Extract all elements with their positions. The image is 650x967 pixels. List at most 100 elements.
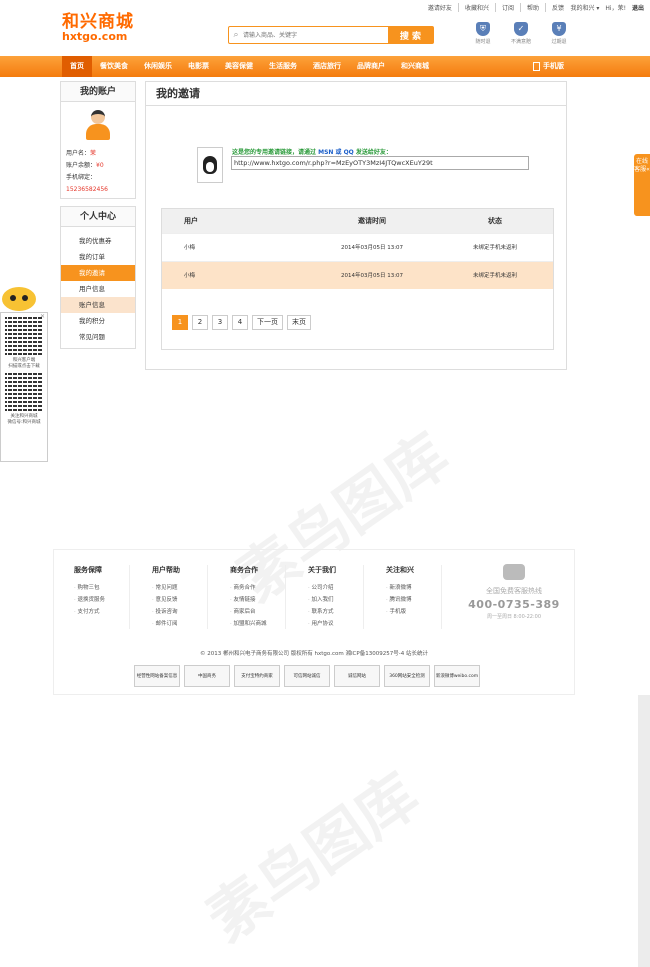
phone-label: 手机绑定： xyxy=(66,174,97,181)
nav-item-beauty[interactable]: 美容保健 xyxy=(217,56,261,77)
cert-badge[interactable]: 可信网站诚信 xyxy=(284,665,330,687)
cert-badge[interactable]: 中国商务 xyxy=(184,665,230,687)
sidebar-item-faq[interactable]: 常见问题 xyxy=(61,329,135,345)
footer-link[interactable]: 常见问题 xyxy=(142,582,207,594)
table-row: 小梅 2014年03月05日 13:07 未绑定手机未返利 xyxy=(162,261,553,289)
greeting: Hi，茉! xyxy=(605,5,626,12)
account-panel: 我的账户 用户名：茉 账户余额：¥0 手机绑定： 15236582456 xyxy=(60,81,136,199)
hint-suffix: 发送给好友： xyxy=(353,149,392,156)
badge-unsatisfied-compensate[interactable]: ✓ 不满意赔 xyxy=(508,22,534,45)
nav-item-movies[interactable]: 电影票 xyxy=(180,56,217,77)
footer-link[interactable]: 友情链接 xyxy=(220,594,285,606)
cert-badge[interactable]: 新浪微博weibo.com xyxy=(434,665,480,687)
page-1[interactable]: 1 xyxy=(172,315,188,330)
footer-link[interactable]: 用户协议 xyxy=(298,618,363,630)
footer-link[interactable]: 公司介绍 xyxy=(298,582,363,594)
search-input[interactable] xyxy=(243,27,388,43)
footer-col-title: 关注和兴 xyxy=(386,566,414,574)
username: 茉 xyxy=(90,150,97,157)
page-4[interactable]: 4 xyxy=(232,315,248,330)
nav-item-life[interactable]: 生活服务 xyxy=(261,56,305,77)
col-user: 用户 xyxy=(184,217,198,225)
footer-col-title: 用户帮助 xyxy=(152,566,180,574)
qr-caption-wechat-id: 微信号:和兴商城 xyxy=(7,420,41,425)
app-qr-code[interactable] xyxy=(5,317,43,355)
footer-link[interactable]: 新浪微博 xyxy=(376,582,441,594)
sidebar-item-coupons[interactable]: 我的优惠券 xyxy=(61,233,135,249)
next-page-button[interactable]: 下一页 xyxy=(252,315,283,330)
footer-link[interactable]: 加入我们 xyxy=(298,594,363,606)
sidebar-item-points[interactable]: 我的积分 xyxy=(61,313,135,329)
footer-link[interactable]: 意见反馈 xyxy=(142,594,207,606)
nav-item-hotel[interactable]: 酒店旅行 xyxy=(305,56,349,77)
footer-link[interactable]: 邮件订阅 xyxy=(142,618,207,630)
service-badges: ⛨ 随时退 ✓ 不满意赔 ¥ 过期退 xyxy=(470,22,572,45)
cell-status: 未绑定手机未返利 xyxy=(472,245,517,251)
footer-col-service: 服务保障 购物三包 退换货服务 支付方式 xyxy=(64,565,130,629)
mobile-version-link[interactable]: 手机版 xyxy=(533,56,564,77)
search-button[interactable]: 搜 索 xyxy=(388,27,433,43)
shield-check-icon: ✓ xyxy=(514,22,528,36)
copyright: © 2013 郴州和兴电子商务有限公司 版权所有 hxtgo.com 湘ICP备… xyxy=(200,651,428,657)
logout-link[interactable]: 退出 xyxy=(632,3,644,12)
nav-item-home[interactable]: 首页 xyxy=(62,56,92,77)
cert-badge[interactable]: 360网站安全检测 xyxy=(384,665,430,687)
footer-link[interactable]: 腾讯微博 xyxy=(376,594,441,606)
footer-link[interactable]: 购物三包 xyxy=(64,582,129,594)
qq-icon xyxy=(197,147,223,183)
last-page-button[interactable]: 末页 xyxy=(287,315,311,330)
sidebar-item-invites[interactable]: 我的邀请 xyxy=(61,265,135,281)
mascot-icon[interactable] xyxy=(0,285,38,313)
col-time: 邀请时间 xyxy=(358,217,386,225)
footer-link[interactable]: 商务合作 xyxy=(220,582,285,594)
nav-item-leisure[interactable]: 休闲娱乐 xyxy=(136,56,180,77)
footer-link[interactable]: 加盟和兴商城 xyxy=(220,618,285,630)
cell-status: 未绑定手机未返利 xyxy=(472,273,517,279)
footer-link[interactable]: 退换货服务 xyxy=(64,594,129,606)
nav-item-mall[interactable]: 和兴商城 xyxy=(393,56,437,77)
search-icon: ⌕ xyxy=(233,30,239,40)
badge-expired-refund[interactable]: ¥ 过期退 xyxy=(546,22,572,45)
personal-center-panel: 个人中心 我的优惠券 我的订单 我的邀请 用户信息 账户信息 我的积分 常见问题 xyxy=(60,206,136,349)
favorite-link[interactable]: 收藏和兴 xyxy=(457,3,489,12)
invite-table: 用户 邀请时间 状态 小梅 2014年03月05日 13:07 未绑定手机未返利… xyxy=(161,208,554,350)
footer-col-title: 服务保障 xyxy=(74,566,102,574)
logo[interactable]: 和兴商城 hxtgo.com xyxy=(62,14,144,46)
top-links: 邀请好友 收藏和兴 订阅 帮助 反馈 xyxy=(428,3,564,12)
hint-channels: MSN 或 QQ xyxy=(318,149,354,156)
search-bar: ⌕ 搜 索 xyxy=(228,26,434,44)
footer: 服务保障 购物三包 退换货服务 支付方式 用户帮助 常见问题 意见反馈 投诉咨询… xyxy=(53,549,575,695)
invite-link-field[interactable]: http://www.hxtgo.com/r.php?r=MzEyOTY3MzI… xyxy=(231,156,529,170)
shield-yen-icon: ¥ xyxy=(552,22,566,36)
online-service-tab[interactable]: 在线客服« xyxy=(634,154,650,216)
footer-link[interactable]: 支付方式 xyxy=(64,606,129,618)
main-nav: 首页 餐饮美食 休闲娱乐 电影票 美容保健 生活服务 酒店旅行 品牌商户 和兴商… xyxy=(0,56,650,77)
wechat-qr-code xyxy=(5,373,43,411)
cert-badge[interactable]: 诚信网站 xyxy=(334,665,380,687)
invite-friends-link[interactable]: 邀请好友 xyxy=(428,3,452,12)
nav-item-brands[interactable]: 品牌商户 xyxy=(349,56,393,77)
page-2[interactable]: 2 xyxy=(192,315,208,330)
cert-badge[interactable]: 支付宝特约商家 xyxy=(234,665,280,687)
help-link[interactable]: 帮助 xyxy=(519,3,539,12)
footer-link[interactable]: 联系方式 xyxy=(298,606,363,618)
badge-label: 过期退 xyxy=(551,39,567,45)
cert-badge[interactable]: 经营性网站备案信息 xyxy=(134,665,180,687)
sidebar-item-orders[interactable]: 我的订单 xyxy=(61,249,135,265)
my-account-dropdown[interactable]: 我的和兴 ▾ xyxy=(570,3,599,12)
footer-link[interactable]: 投诉咨询 xyxy=(142,606,207,618)
footer-link[interactable]: 手机版 xyxy=(376,606,441,618)
badge-anytime-refund[interactable]: ⛨ 随时退 xyxy=(470,22,496,45)
sidebar-item-user-info[interactable]: 用户信息 xyxy=(61,281,135,297)
table-row: 小梅 2014年03月05日 13:07 未绑定手机未返利 xyxy=(162,233,553,261)
nav-item-food[interactable]: 餐饮美食 xyxy=(92,56,136,77)
sidebar-item-account-info[interactable]: 账户信息 xyxy=(61,297,135,313)
footer-link[interactable]: 商家后台 xyxy=(220,606,285,618)
page-3[interactable]: 3 xyxy=(212,315,228,330)
subscribe-link[interactable]: 订阅 xyxy=(494,3,514,12)
feedback-link[interactable]: 反馈 xyxy=(544,3,564,12)
footer-col-help: 用户帮助 常见问题 意见反馈 投诉咨询 邮件订阅 xyxy=(142,565,208,629)
col-status: 状态 xyxy=(488,217,502,225)
footer-col-follow: 关注和兴 新浪微博 腾讯微博 手机版 xyxy=(376,565,442,629)
hotline: 全国免费客服热线 400-0735-389 周一至周日 8:00-22:00 xyxy=(464,564,564,620)
